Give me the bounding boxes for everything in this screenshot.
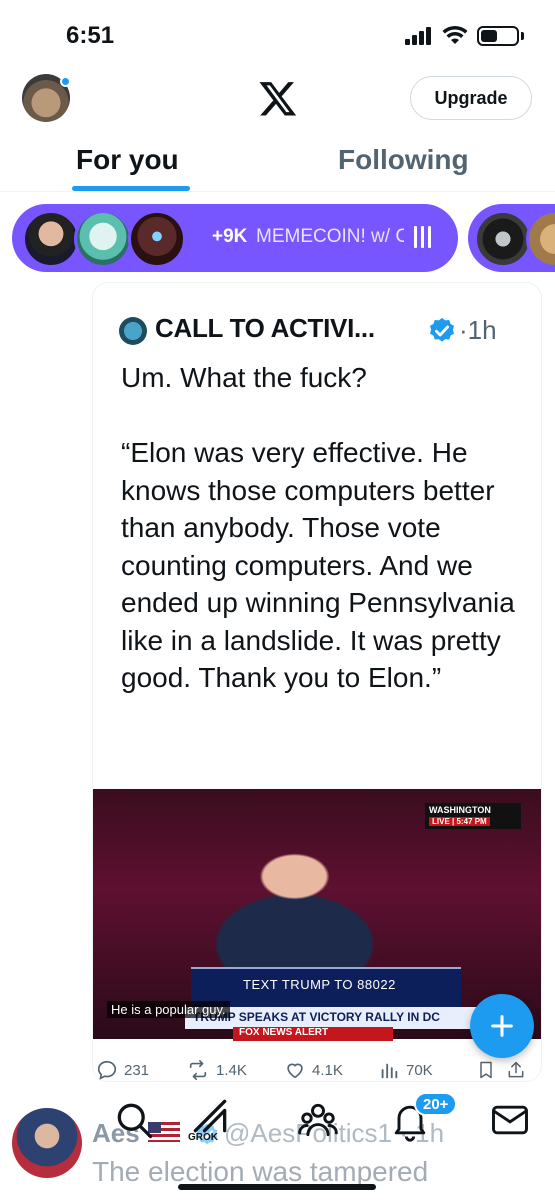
share-button[interactable] (506, 1056, 532, 1084)
repost-button[interactable]: 1.4K (186, 1056, 247, 1084)
x-logo-icon[interactable] (258, 78, 298, 118)
live-space-pill[interactable] (468, 204, 555, 272)
news-alert-banner: FOX NEWS ALERT (233, 1027, 393, 1041)
space-title: MEMECOIN! w/ Ca (256, 226, 404, 247)
news-chyron: TRUMP SPEAKS AT VICTORY RALLY IN DC (185, 1007, 485, 1029)
post-header: CALL TO ACTIVI... ·1h (119, 313, 539, 349)
status-time: 6:51 (66, 22, 115, 49)
like-count: 4.1K (312, 1061, 343, 1079)
home-indicator[interactable] (178, 1184, 376, 1190)
space-host-avatar (526, 210, 555, 268)
audio-bars-icon (414, 226, 434, 248)
communities-icon[interactable] (296, 1098, 340, 1142)
views-icon (381, 1063, 398, 1079)
space-host-avatar (474, 210, 532, 268)
post-text: Um. What the fuck? “Elon was very effect… (121, 362, 515, 693)
like-button[interactable]: 4.1K (284, 1056, 343, 1084)
reply-icon (97, 1060, 117, 1080)
space-listener-count: +9K (212, 226, 248, 247)
repost-count: 1.4K (216, 1061, 247, 1079)
timeline-tabs: For you Following (0, 130, 555, 192)
bookmark-button[interactable] (476, 1056, 502, 1084)
notifications-badge: 20+ (414, 1092, 458, 1116)
view-count: 70K (406, 1061, 433, 1079)
space-host-avatar (74, 210, 132, 268)
new-activity-dot (60, 76, 71, 87)
signal-icon (405, 27, 435, 45)
plus-icon (491, 1015, 513, 1037)
heart-icon (287, 1063, 303, 1079)
upgrade-button[interactable]: Upgrade (410, 76, 532, 120)
verified-badge-icon (430, 317, 454, 342)
spaces-bar: +9K MEMECOIN! w/ Ca (0, 200, 555, 278)
reply-count: 231 (124, 1061, 150, 1079)
repost-icon (189, 1060, 207, 1080)
video-caption: He is a popular guy. (107, 1001, 230, 1018)
battery-cap (521, 32, 524, 40)
mail-icon[interactable] (488, 1098, 532, 1142)
views-button[interactable]: 70K (378, 1056, 433, 1084)
tab-following[interactable]: Following (338, 144, 469, 176)
bottom-navigation: GROK 20+ (0, 1088, 555, 1158)
app-header: Upgrade (0, 72, 555, 128)
live-space-pill[interactable]: +9K MEMECOIN! w/ Ca (12, 204, 458, 272)
tab-for-you[interactable]: For you (76, 144, 179, 176)
podium-text: TEXT TRUMP TO 88022 (243, 977, 396, 992)
author-name[interactable]: CALL TO ACTIVI... (155, 313, 375, 344)
news-network-badge: WASHINGTON LIVE | 5:47 PM (425, 803, 521, 829)
bookmark-icon (480, 1061, 492, 1079)
battery-icon (477, 26, 519, 46)
compose-post-button[interactable] (470, 994, 534, 1058)
space-host-avatar (22, 210, 80, 268)
search-icon[interactable] (112, 1098, 156, 1142)
author-avatar[interactable] (119, 317, 147, 345)
live-badge: LIVE | 5:47 PM (429, 817, 490, 826)
space-host-avatar (128, 210, 186, 268)
post-actions: 231 1.4K 4.1K 70K (92, 1052, 532, 1088)
quoted-post[interactable]: CALL TO ACTIVI... ·1h Um. What the fuck?… (92, 282, 542, 1082)
status-bar: 6:51 (0, 0, 555, 72)
reply-button[interactable]: 231 (96, 1056, 149, 1084)
grok-label: GROK (188, 1132, 218, 1143)
share-icon (508, 1061, 524, 1078)
post-video[interactable]: WASHINGTON LIVE | 5:47 PM TEXT TRUMP TO … (93, 789, 541, 1041)
active-tab-indicator (72, 186, 190, 191)
wifi-icon (442, 25, 468, 44)
post-timestamp: ·1h (459, 315, 497, 345)
